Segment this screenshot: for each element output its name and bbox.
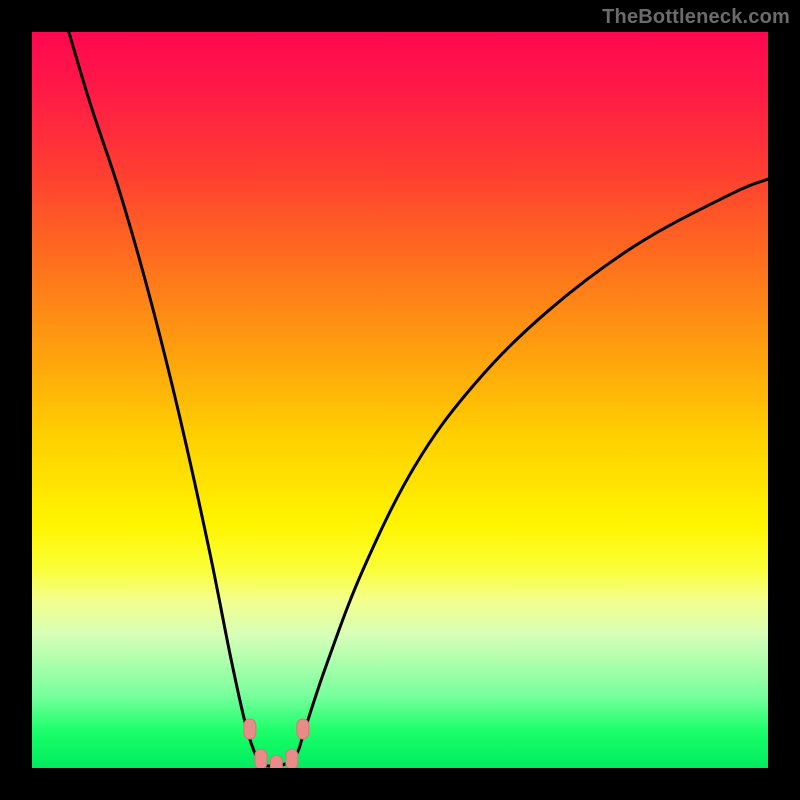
marker-left-outer [244, 719, 256, 739]
chart-stage: TheBottleneck.com [0, 0, 800, 800]
marker-right-inner [286, 749, 298, 768]
marker-bottom-mid [270, 755, 282, 768]
bottleneck-curve [69, 32, 768, 766]
plot-area [32, 32, 768, 768]
watermark-text: TheBottleneck.com [602, 6, 790, 29]
marker-right-outer [297, 719, 309, 739]
curve-layer [32, 32, 768, 768]
marker-left-inner [255, 749, 267, 768]
